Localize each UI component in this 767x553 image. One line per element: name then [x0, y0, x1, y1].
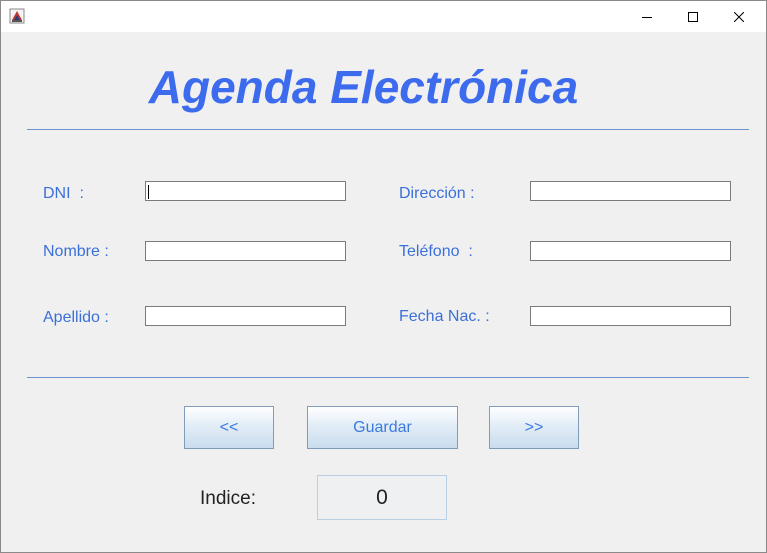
bottom-separator	[27, 377, 749, 378]
index-label: Indice:	[200, 488, 256, 509]
java-duke-icon[interactable]	[9, 8, 25, 24]
minimize-button[interactable]	[624, 1, 670, 32]
direccion-field[interactable]	[530, 181, 731, 201]
page-title: Agenda Electrónica	[148, 61, 579, 113]
minimize-icon	[642, 7, 652, 26]
direccion-label: Dirección :	[399, 185, 475, 202]
top-separator	[27, 129, 749, 130]
apellido-label: Apellido :	[43, 309, 109, 326]
dni-field[interactable]	[145, 181, 346, 201]
fecha-nac-label: Fecha Nac. :	[399, 308, 490, 325]
text-caret	[148, 185, 149, 199]
fecha-nac-field[interactable]	[530, 306, 731, 326]
app-window: Agenda Electrónica DNI : Nombre : Apelli…	[0, 0, 767, 553]
save-button[interactable]: Guardar	[307, 406, 458, 449]
telefono-field[interactable]	[530, 241, 731, 261]
dni-label: DNI :	[43, 185, 84, 202]
content-panel: Agenda Electrónica DNI : Nombre : Apelli…	[1, 32, 766, 552]
nombre-field[interactable]	[145, 241, 346, 261]
previous-button[interactable]: <<	[184, 406, 274, 449]
apellido-field[interactable]	[145, 306, 346, 326]
next-button[interactable]: >>	[489, 406, 579, 449]
telefono-label: Teléfono :	[399, 243, 473, 260]
index-value-box: 0	[317, 475, 447, 520]
maximize-icon	[688, 7, 698, 26]
maximize-button[interactable]	[670, 1, 716, 32]
close-button[interactable]	[716, 1, 762, 32]
nombre-label: Nombre :	[43, 243, 109, 260]
close-icon	[733, 7, 745, 26]
title-bar[interactable]	[1, 1, 766, 32]
